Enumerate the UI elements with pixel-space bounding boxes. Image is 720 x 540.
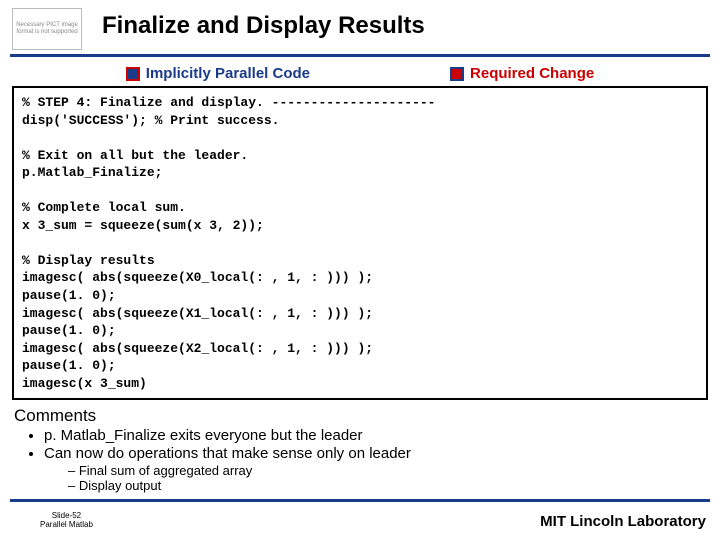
slide-header: Necessary PICT image format is not suppo…: [0, 0, 720, 50]
swatch-red-icon: [450, 67, 464, 81]
slide-sub: Parallel Matlab: [40, 520, 93, 530]
image-placeholder: Necessary PICT image format is not suppo…: [12, 8, 82, 50]
list-item: Final sum of aggregated array: [68, 463, 706, 478]
divider-bottom: [10, 499, 710, 502]
comments-heading: Comments: [14, 406, 706, 426]
list-item: Can now do operations that make sense on…: [44, 445, 706, 462]
comments-bullets: p. Matlab_Finalize exits everyone but th…: [44, 427, 706, 462]
swatch-blue-icon: [126, 67, 140, 81]
slide-number: Slide-52: [40, 511, 93, 521]
footer-left: Slide-52 Parallel Matlab: [40, 511, 93, 530]
comments-section: Comments p. Matlab_Finalize exits everyo…: [14, 406, 706, 493]
legend-required: Required Change: [450, 65, 594, 82]
slide-footer: Slide-52 Parallel Matlab MIT Lincoln Lab…: [0, 511, 720, 530]
legend-required-label: Required Change: [470, 65, 594, 82]
slide-title: Finalize and Display Results: [102, 12, 425, 40]
legend-parallel: Implicitly Parallel Code: [126, 65, 310, 82]
legend-parallel-label: Implicitly Parallel Code: [146, 65, 310, 82]
code-block: % STEP 4: Finalize and display. --------…: [12, 86, 708, 400]
comments-dashes: Final sum of aggregated array Display ou…: [68, 463, 706, 493]
list-item: Display output: [68, 478, 706, 493]
legend: Implicitly Parallel Code Required Change: [0, 63, 720, 86]
footer-org: MIT Lincoln Laboratory: [540, 513, 706, 530]
list-item: p. Matlab_Finalize exits everyone but th…: [44, 427, 706, 444]
divider-top: [10, 54, 710, 57]
